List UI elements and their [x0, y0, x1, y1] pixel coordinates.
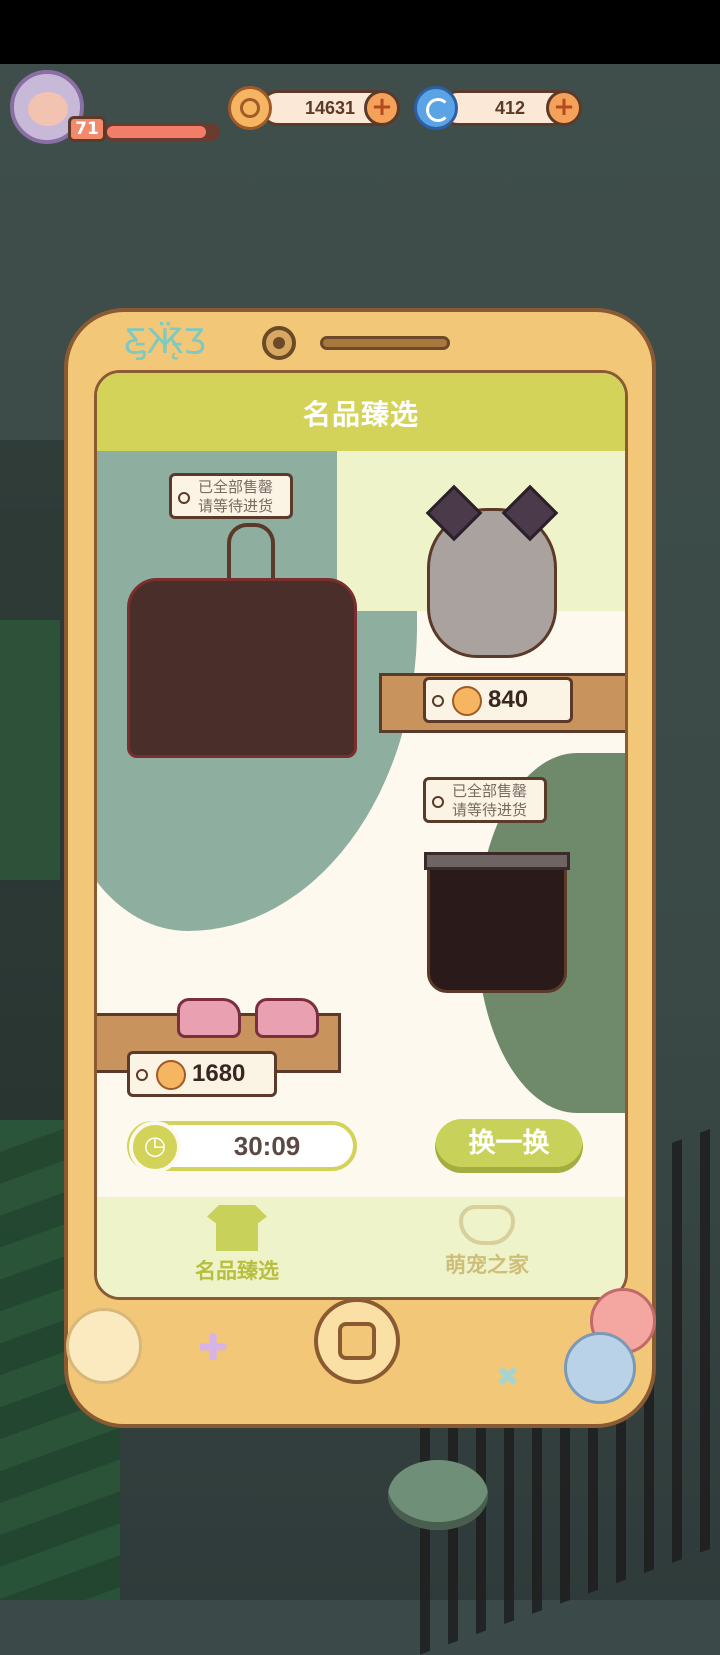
- price-tag[interactable]: 840: [423, 677, 573, 723]
- shop-title: 名品臻选: [302, 398, 419, 431]
- skirt-item[interactable]: [424, 852, 570, 993]
- clock-icon: ◷: [129, 1121, 181, 1173]
- pet-collar-icon: [459, 1205, 515, 1245]
- sold-out-line2: 请等待进货: [452, 801, 528, 819]
- flower-decoration: [564, 1332, 636, 1404]
- sold-out-tag: 已全部售罄 请等待进货: [423, 777, 547, 823]
- speaker-icon: [320, 336, 450, 350]
- sold-out-line1: 已全部售罄: [198, 478, 274, 496]
- sneaker-icon: [255, 998, 319, 1038]
- tab-premium-selection[interactable]: 名品臻选: [137, 1205, 337, 1295]
- restock-timer: ◷ 30:09: [127, 1121, 357, 1173]
- skirt-waistband: [424, 852, 570, 870]
- sold-out-tag: 已全部售罄 请等待进货: [169, 473, 293, 519]
- status-bar: [0, 0, 720, 64]
- shirt-icon: [207, 1205, 267, 1251]
- tab-pet-home[interactable]: 萌宠之家: [387, 1205, 587, 1295]
- home-button-icon[interactable]: [314, 1298, 400, 1384]
- bottom-nav: 名品臻选 萌宠之家: [97, 1197, 625, 1297]
- sparkle-decoration: ✖: [496, 1360, 520, 1393]
- timer-value: 30:09: [233, 1131, 301, 1161]
- gem-icon: [414, 86, 458, 130]
- phone-panel: Ƹ̵̡Ӝ̵̨̄Ʒ 名品臻选 已全部售罄 请等待进货 840 已全部售罄 请等待进…: [64, 308, 656, 1428]
- coin-icon: [156, 1060, 186, 1090]
- coin-icon: [228, 86, 272, 130]
- potted-plant: [388, 1460, 488, 1530]
- gem-count: 412: [494, 98, 526, 118]
- sneakers-item[interactable]: [177, 998, 327, 1040]
- xp-bar-fill: [107, 126, 206, 138]
- refresh-button[interactable]: 换一换: [435, 1119, 583, 1173]
- jacket-item[interactable]: [127, 578, 357, 758]
- coin-icon: [452, 686, 482, 716]
- tag-hole: [432, 695, 444, 707]
- price-value: 1680: [192, 1060, 246, 1087]
- sold-out-line2: 请等待进货: [198, 497, 274, 515]
- tag-hole: [136, 1069, 148, 1081]
- curtain: [0, 620, 60, 880]
- shop-screen: 名品臻选 已全部售罄 请等待进货 840 已全部售罄 请等待进货 1680 ◷ …: [94, 370, 628, 1300]
- sparkle-decoration: ✚: [198, 1328, 229, 1369]
- price-value: 840: [488, 686, 529, 713]
- shop-header: 名品臻选: [97, 373, 625, 451]
- flower-decoration: [66, 1308, 142, 1384]
- add-coins-button[interactable]: +: [364, 90, 400, 126]
- xp-bar: [104, 123, 220, 141]
- tag-hole: [432, 796, 444, 808]
- tab-label: 萌宠之家: [445, 1253, 529, 1277]
- camera-icon: [262, 326, 296, 360]
- tab-label: 名品臻选: [195, 1259, 279, 1283]
- coin-count: 14631: [304, 98, 356, 118]
- add-gems-button[interactable]: +: [546, 90, 582, 126]
- sneaker-icon: [177, 998, 241, 1038]
- price-tag[interactable]: 1680: [127, 1051, 277, 1097]
- level-badge: 71: [68, 116, 106, 142]
- sold-out-line1: 已全部售罄: [452, 782, 528, 800]
- tag-hole: [178, 492, 190, 504]
- avatar-face: [28, 92, 68, 126]
- cat-ear-wig-item[interactable]: [425, 484, 559, 658]
- butterfly-icon: Ƹ̵̡Ӝ̵̨̄Ʒ: [124, 322, 206, 362]
